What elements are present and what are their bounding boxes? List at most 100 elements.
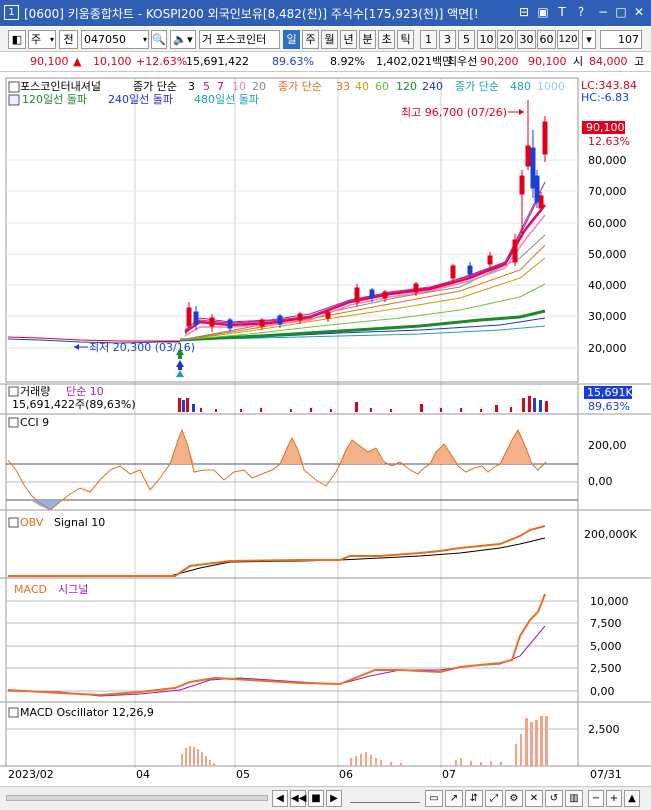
stock-name-prefix: 거 xyxy=(202,33,213,46)
period-year-button[interactable]: 년 xyxy=(340,30,357,49)
current-price-badge-value: 90,100 xyxy=(586,121,625,134)
scroll-prev-button[interactable]: ◀◀ xyxy=(290,790,306,807)
period-tool-icon[interactable]: ⇵ xyxy=(465,790,483,807)
ma-33-label: 33 xyxy=(336,80,350,93)
obv-toggle-icon[interactable] xyxy=(8,517,19,528)
scroll-next-button[interactable]: ▶ xyxy=(326,790,342,807)
zoom-out-icon[interactable]: − xyxy=(588,790,604,807)
price-tick-60000: 60,000 xyxy=(588,217,627,230)
osc-bars xyxy=(181,716,548,766)
zoom-slider[interactable] xyxy=(350,793,420,803)
cci-title: CCI 9 xyxy=(20,416,49,429)
best-bid-value: 90,100 xyxy=(528,55,567,68)
grid-icon[interactable] xyxy=(8,94,20,106)
cci-tick-0: 0,00 xyxy=(588,475,613,488)
search-icon[interactable]: 🔍 xyxy=(151,30,167,49)
x-label-07: 07 xyxy=(442,768,456,781)
period-minute-button[interactable]: 분 xyxy=(359,30,376,49)
macd-tick-10000: 10,000 xyxy=(590,595,629,608)
interval-3-button[interactable]: 3 xyxy=(439,30,456,49)
price-tick-50000: 50,000 xyxy=(588,248,627,261)
hc-value: HC:-6.83 xyxy=(581,91,629,104)
best-ask-value: 90,200 xyxy=(480,55,519,68)
interval-dropdown-icon[interactable]: ▾ xyxy=(582,30,596,49)
macd-signal-label: 시그널 xyxy=(58,583,88,596)
macd-tick-5000: 5,000 xyxy=(590,640,622,653)
period-month-button[interactable]: 월 xyxy=(321,30,338,49)
volume-toggle-icon[interactable] xyxy=(8,386,19,397)
zoom-fit-icon[interactable]: ▭ xyxy=(425,790,443,807)
price-legend-ma-label: 종가 단순 xyxy=(133,80,177,93)
interval-20-button[interactable]: 20 xyxy=(497,30,516,49)
scroll-first-button[interactable]: ◀ xyxy=(272,790,288,807)
interval-120-button[interactable]: 120 xyxy=(557,30,579,49)
stop-button[interactable]: ■ xyxy=(308,790,324,807)
ma-480-label: 480 xyxy=(510,80,531,93)
layout-icon[interactable]: ▣ xyxy=(535,4,551,20)
osc-toggle-icon[interactable] xyxy=(8,707,19,718)
close-icon[interactable]: ✕ xyxy=(631,4,647,20)
trend-tool-icon[interactable]: ↗ xyxy=(445,790,463,807)
interval-1-button[interactable]: 1 xyxy=(420,30,437,49)
x-label-04: 04 xyxy=(136,768,150,781)
count-input[interactable]: 107 xyxy=(600,30,642,49)
help-icon[interactable]: ? xyxy=(573,4,589,20)
undo-icon[interactable]: ↺ xyxy=(545,790,563,807)
price-legend-ma2-label: 종가 단순 xyxy=(278,80,322,93)
interval-60-button[interactable]: 60 xyxy=(537,30,556,49)
period-tick-button[interactable]: 틱 xyxy=(397,30,414,49)
obv-line xyxy=(8,525,546,577)
osc-tick-2500: 2,500 xyxy=(588,723,620,736)
prev-button[interactable]: 전 xyxy=(59,30,78,49)
ma-20-label: 20 xyxy=(252,80,266,93)
minimize-icon[interactable]: − xyxy=(595,4,611,20)
period-week-button[interactable]: 주 xyxy=(302,30,319,49)
ma-120-label: 120 xyxy=(396,80,417,93)
interval-10-button[interactable]: 10 xyxy=(477,30,496,49)
interval-30-button[interactable]: 30 xyxy=(517,30,536,49)
ma-40-label: 40 xyxy=(355,80,369,93)
cci-toggle-icon[interactable] xyxy=(8,417,19,428)
zoom-in-icon[interactable]: + xyxy=(606,790,622,807)
period-second-button[interactable]: 초 xyxy=(378,30,395,49)
macd-tick-7500: 7,500 xyxy=(590,617,622,630)
chart-area[interactable]: 포스코인터내셔널 종가 단순 3 5 7 10 20 종가 단순 33 40 6… xyxy=(0,74,651,786)
toolbar: ◧ 주 ▾ 전 047050 ▾ 🔍 🔈▾ 거 포스코인터 일 주 월 년 분 초 … xyxy=(0,27,651,52)
line-tool-icon[interactable]: ⤢ xyxy=(485,790,503,807)
price-tick-80000: 80,000 xyxy=(588,154,627,167)
pan-icon[interactable]: ▲ xyxy=(624,790,640,807)
trade-amount: 1,402,021백만 xyxy=(376,55,453,68)
stock-name-field[interactable]: 거 포스코인터 xyxy=(199,30,280,49)
scroll-track[interactable] xyxy=(6,795,268,801)
cci-tick-200: 200,00 xyxy=(588,439,627,452)
market-select[interactable]: 주 ▾ xyxy=(28,30,56,49)
stock-code-input[interactable]: 047050 ▾ xyxy=(81,30,149,49)
high-label: 고 xyxy=(634,55,645,68)
volume-ma-label: 단순 10 xyxy=(66,385,104,398)
ma-60-label: 60 xyxy=(375,80,389,93)
ma-10-label: 10 xyxy=(232,80,246,93)
best-ask-label: 최우선 xyxy=(447,55,478,68)
stock-code-value: 047050 xyxy=(84,33,126,46)
speaker-icon[interactable]: 🔈▾ xyxy=(170,30,196,49)
maximize-icon[interactable]: □ xyxy=(613,4,629,20)
x-label-06: 06 xyxy=(339,768,353,781)
tools-icon[interactable]: ⚙ xyxy=(505,790,523,807)
period-day-button[interactable]: 일 xyxy=(283,30,300,49)
cci-line xyxy=(7,428,547,511)
osc-title: MACD Oscillator 12,26,9 xyxy=(20,706,154,719)
price-tick-30000: 30,000 xyxy=(588,310,627,323)
chart-settings-icon[interactable]: ◧ xyxy=(8,30,26,49)
interval-5-button[interactable]: 5 xyxy=(458,30,475,49)
ma-7-label: 7 xyxy=(217,80,224,93)
cross-icon[interactable]: ✕ xyxy=(525,790,543,807)
legend-toggle-icon[interactable] xyxy=(8,81,20,93)
chart-type-icon[interactable]: ▥ xyxy=(565,790,583,807)
breakout-480-label: 480일선 돌파 xyxy=(194,92,259,106)
ma-5-label: 5 xyxy=(203,80,210,93)
text-icon[interactable]: T xyxy=(554,4,570,20)
volume-badge-rate: 89,63% xyxy=(588,400,630,413)
obv-signal-line xyxy=(8,537,546,577)
macd-title: MACD xyxy=(14,583,47,596)
link-icon[interactable]: ⊟ xyxy=(516,4,532,20)
